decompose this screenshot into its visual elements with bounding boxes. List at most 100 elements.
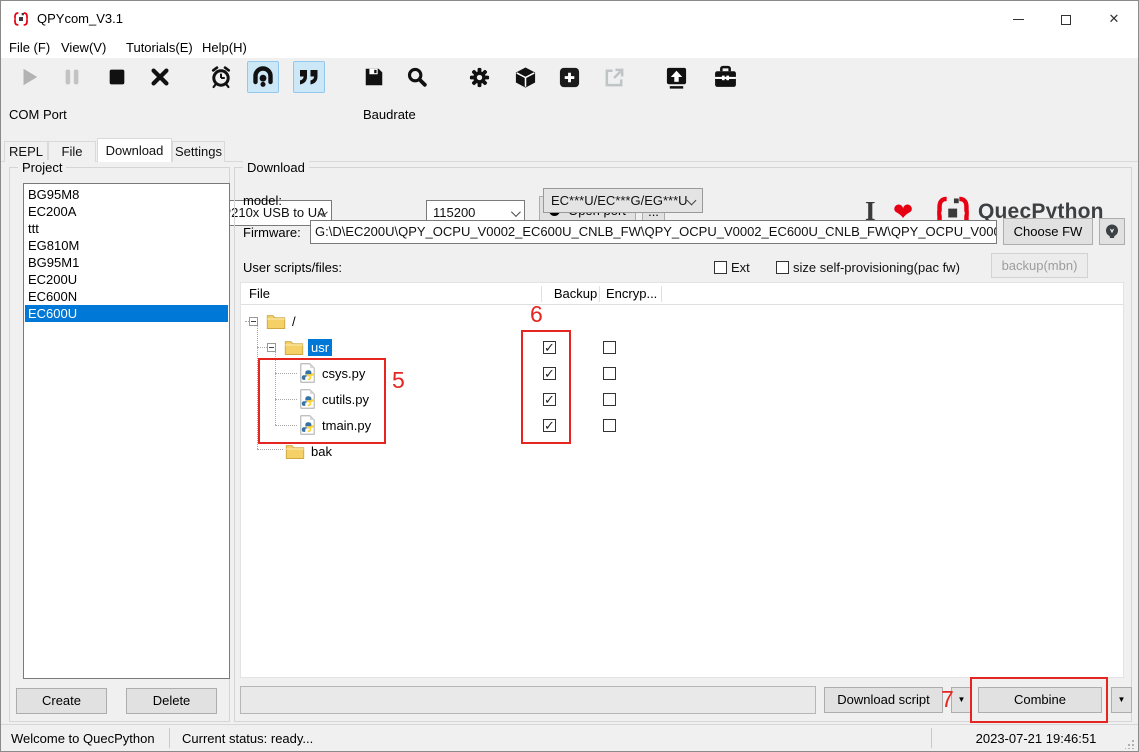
firmware-path-input[interactable]: G:\D\EC200U\QPY_OCPU_V0002_EC600U_CNLB_F… <box>310 220 997 244</box>
size-self-provisioning-checkbox[interactable] <box>776 261 789 274</box>
download-script-dropdown-button[interactable]: ▼ <box>951 687 972 713</box>
download-legend: Download <box>243 160 309 175</box>
save-button[interactable] <box>358 61 390 93</box>
project-item[interactable]: EC200A <box>25 203 228 220</box>
settings-button[interactable] <box>463 61 495 93</box>
encrypt-checkbox-cutils[interactable] <box>603 393 616 406</box>
app-logo-icon <box>13 11 29 27</box>
run-button[interactable] <box>13 61 45 93</box>
menu-help[interactable]: Help(H) <box>202 39 247 57</box>
quotes-icon <box>297 65 321 89</box>
upload-fw-button[interactable] <box>660 61 692 93</box>
folder-icon <box>285 443 305 460</box>
package-button[interactable] <box>509 61 541 93</box>
lightbulb-icon <box>1103 222 1121 242</box>
create-button[interactable]: Create <box>16 688 107 714</box>
project-item[interactable]: BG95M1 <box>25 254 228 271</box>
column-divider <box>541 286 542 302</box>
tab-file[interactable]: File <box>48 141 96 162</box>
gear-icon <box>468 66 491 89</box>
menu-tutorials[interactable]: Tutorials(E) <box>126 39 193 57</box>
project-list: BG95M8 EC200A ttt EG810M BG95M1 EC200U E… <box>23 183 230 679</box>
annotation-box-files <box>258 358 386 444</box>
user-scripts-label: User scripts/files: <box>243 260 342 275</box>
download-script-button[interactable]: Download script <box>824 687 943 713</box>
file-table-header: File Backup Encryp... <box>241 283 1123 305</box>
quote-mode-button[interactable] <box>293 61 325 93</box>
collapse-icon[interactable] <box>267 343 276 352</box>
project-item[interactable]: EC200U <box>25 271 228 288</box>
combine-dropdown-button[interactable]: ▼ <box>1111 687 1132 713</box>
choose-fw-button[interactable]: Choose FW <box>1003 218 1093 245</box>
project-item-selected[interactable]: EC600U <box>25 305 228 322</box>
status-welcome: Welcome to QuecPython <box>11 731 155 746</box>
share-export-icon <box>603 66 626 89</box>
collapse-icon[interactable] <box>249 317 258 326</box>
listen-mode-button[interactable] <box>247 61 279 93</box>
tab-strip: REPL File Download Settings <box>1 138 1138 162</box>
status-time: 2023-07-21 19:46:51 <box>951 731 1121 746</box>
menu-bar: File (F) View(V) Tutorials(E) Help(H) <box>1 37 1138 58</box>
toolbox-button[interactable] <box>709 61 741 93</box>
search-button[interactable] <box>401 61 433 93</box>
column-file[interactable]: File <box>249 283 270 305</box>
ext-checkbox-row[interactable]: Ext <box>714 260 750 275</box>
model-label: model: <box>243 193 282 208</box>
chevron-down-icon <box>687 196 697 206</box>
fw-info-button[interactable] <box>1099 218 1125 245</box>
encrypt-checkbox-tmain[interactable] <box>603 419 616 432</box>
annotation-box-combine <box>970 677 1108 723</box>
alarm-clock-icon <box>209 65 233 89</box>
tab-download[interactable]: Download <box>97 138 172 162</box>
size-checkbox-row[interactable]: size self-provisioning(pac fw) <box>776 260 960 275</box>
pause-button[interactable] <box>56 61 88 93</box>
minimize-button[interactable] <box>1001 7 1035 31</box>
toolbar <box>1 58 1138 96</box>
maximize-icon <box>1061 15 1071 25</box>
tree-row-usr[interactable]: usr <box>267 334 332 360</box>
project-item[interactable]: EG810M <box>25 237 228 254</box>
close-button[interactable]: ✕ <box>1097 7 1131 31</box>
tree-label: bak <box>311 444 332 459</box>
tree-row-root[interactable]: / <box>249 308 296 334</box>
annotation-box-backup <box>521 330 571 444</box>
tab-settings[interactable]: Settings <box>172 141 225 162</box>
model-select[interactable]: EC***U/EC***G/EG***U <box>543 188 703 213</box>
export-button[interactable] <box>598 61 630 93</box>
encrypt-checkbox-csys[interactable] <box>603 367 616 380</box>
title-bar: QPYcom_V3.1 ✕ <box>1 1 1138 37</box>
column-backup[interactable]: Backup <box>547 283 604 305</box>
app-window: QPYcom_V3.1 ✕ File (F) View(V) Tutorials… <box>0 0 1139 752</box>
status-divider <box>169 728 170 748</box>
project-panel: Project BG95M8 EC200A ttt EG810M BG95M1 … <box>9 167 230 722</box>
maximize-button[interactable] <box>1049 7 1083 31</box>
menu-view[interactable]: View(V) <box>61 39 106 57</box>
plus-square-icon <box>558 66 581 89</box>
resize-grip[interactable] <box>1125 739 1135 749</box>
annotation-number-7: 7 <box>941 686 954 713</box>
add-button[interactable] <box>553 61 585 93</box>
project-item[interactable]: BG95M8 <box>25 186 228 203</box>
encrypt-checkbox-usr[interactable] <box>603 341 616 354</box>
ext-checkbox[interactable] <box>714 261 727 274</box>
column-encrypt[interactable]: Encryp... <box>606 283 666 305</box>
headset-icon <box>251 65 275 89</box>
upload-icon <box>665 66 688 89</box>
search-icon <box>406 66 428 88</box>
stop-button[interactable] <box>101 61 133 93</box>
folder-icon <box>284 339 304 356</box>
tab-repl[interactable]: REPL <box>4 141 48 162</box>
delete-button[interactable]: Delete <box>126 688 217 714</box>
menu-file[interactable]: File (F) <box>9 39 50 57</box>
download-progress-bar <box>240 686 816 714</box>
baudrate-label: Baudrate <box>363 107 416 122</box>
window-title: QPYcom_V3.1 <box>37 11 123 26</box>
minimize-icon <box>1013 19 1024 20</box>
project-item[interactable]: EC600N <box>25 288 228 305</box>
close-icon: ✕ <box>1109 11 1120 26</box>
cube-icon <box>514 66 537 89</box>
disconnect-button[interactable] <box>144 61 176 93</box>
project-item[interactable]: ttt <box>25 220 228 237</box>
timer-button[interactable] <box>205 61 237 93</box>
status-bar: Welcome to QuecPython Current status: re… <box>1 724 1138 752</box>
